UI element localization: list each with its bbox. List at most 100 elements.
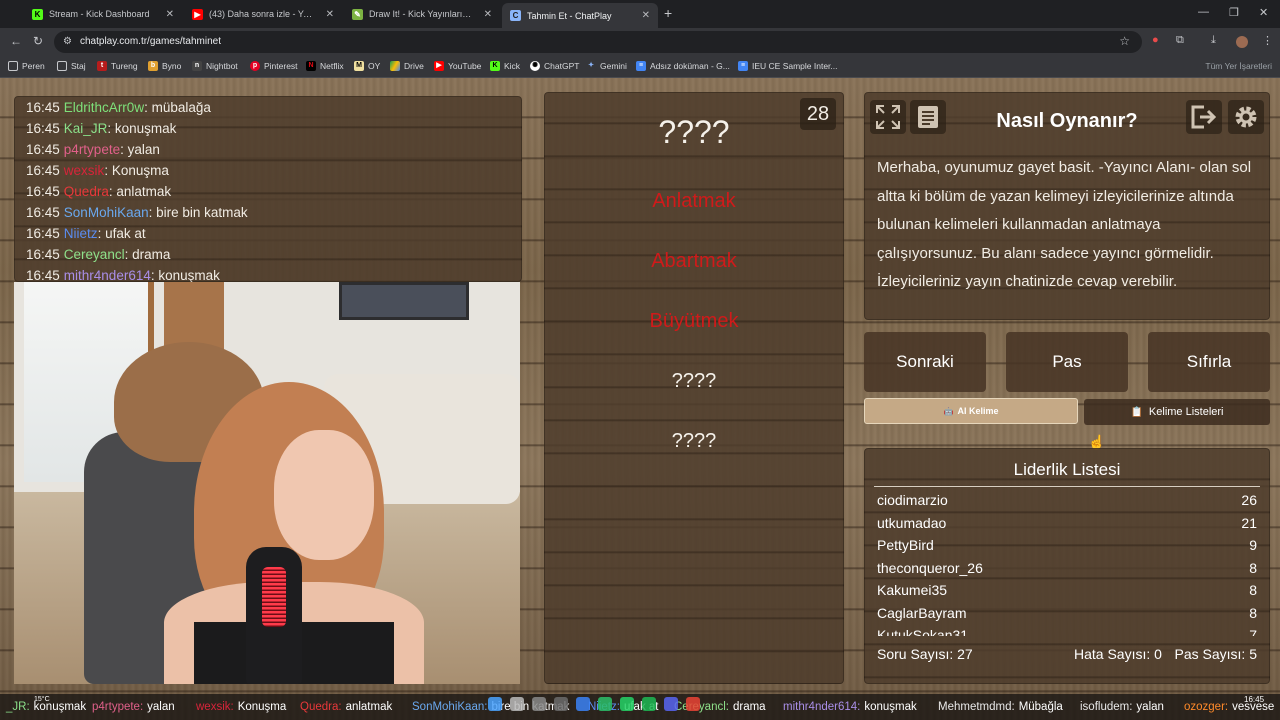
bookmark-drive[interactable]: Drive [390, 61, 424, 71]
start-icon[interactable] [488, 697, 502, 711]
player-name: Kakumei35 [877, 582, 948, 598]
omnibox[interactable]: ⚙ chatplay.com.tr/games/tahminet ☆ [54, 31, 1142, 53]
pass-button[interactable]: Pas [1006, 332, 1128, 392]
avatar[interactable] [1236, 36, 1248, 48]
chat-username: wexsik [63, 163, 105, 178]
taskbar-clock[interactable]: 16:45 [1244, 695, 1264, 704]
streamer-face [274, 430, 374, 560]
weather-widget[interactable]: 15°C [34, 696, 50, 703]
word-lists-button[interactable]: 📋 Kelime Listeleri [1084, 399, 1270, 425]
url-text[interactable]: chatplay.com.tr/games/tahminet [80, 36, 221, 47]
ticker-text: yalan [147, 701, 175, 713]
ticker-message: wexsik: Konuşma [196, 701, 286, 713]
player-score: 8 [1249, 582, 1257, 598]
nightbot-icon: n [192, 61, 202, 71]
bookmark-pinterest[interactable]: p Pinterest [250, 61, 298, 71]
new-tab-icon[interactable]: + [664, 5, 672, 21]
tureng-icon: t [97, 61, 107, 71]
app-icon[interactable] [554, 697, 568, 711]
chat-username: Niietz [63, 226, 98, 241]
bookmark-docs[interactable]: ≡ Adsız doküman - G... [636, 61, 730, 71]
download-icon[interactable]: ⤓ [1211, 34, 1216, 47]
exit-button[interactable] [1186, 100, 1222, 134]
search-icon[interactable] [510, 697, 524, 711]
bookmark-kick[interactable]: K Kick [490, 61, 520, 71]
tab-kick-dashboard[interactable]: K Stream - Kick Dashboard ✕ [24, 3, 182, 25]
chat-message: 16:45 SonMohiKaan: bire bin katmak [26, 205, 248, 220]
close-icon[interactable]: ✕ [642, 10, 650, 21]
bookmark-staj[interactable]: Staj [57, 61, 86, 71]
minimize-icon[interactable]: — [1198, 6, 1209, 18]
webcam-feed [14, 282, 520, 684]
tab-draw-it[interactable]: ✎ Draw It! - Kick Yayınları İçin Çiz ✕ [344, 3, 500, 25]
player-name: CaglarBayram [877, 605, 967, 621]
bookmark-label: Byno [162, 61, 182, 71]
extensions-puzzle-icon[interactable]: ⧉ [1176, 34, 1184, 47]
discord-icon[interactable] [664, 697, 678, 711]
bookmark-label: Drive [404, 61, 424, 71]
chat-message: 16:45 p4rtypete: yalan [26, 142, 160, 157]
close-icon[interactable]: ✕ [484, 9, 492, 20]
chatplay-icon: C [510, 10, 521, 21]
tab-title: (43) Daha sonra izle - YouTube [209, 9, 316, 19]
bookmark-label: Peren [22, 61, 45, 71]
window-close-icon[interactable]: ✕ [1259, 6, 1268, 19]
bookmark-tureng[interactable]: t Tureng [97, 61, 138, 71]
bookmark-youtube[interactable]: ▶ YouTube [434, 61, 481, 71]
app-icon[interactable] [598, 697, 612, 711]
all-bookmarks-link[interactable]: Tüm Yer İşaretleri [1205, 61, 1272, 71]
bookmark-star-icon[interactable]: ☆ [1119, 34, 1130, 48]
bookmark-peren[interactable]: Peren [8, 61, 45, 71]
bookmark-label: Staj [71, 61, 86, 71]
pass-count: Pas Sayısı: 5 [1174, 646, 1257, 662]
ticker-text: Konuşma [237, 701, 287, 713]
extension-icon[interactable]: ● [1152, 34, 1159, 46]
whatsapp-icon[interactable] [620, 697, 634, 711]
reset-button[interactable]: Sıfırla [1148, 332, 1270, 392]
chrome-icon[interactable] [686, 697, 700, 711]
docs-icon: ≡ [636, 61, 646, 71]
ticker-text: anlatmak [345, 701, 393, 713]
reload-icon[interactable]: ↻ [33, 34, 43, 48]
ai-word-button[interactable]: 🤖 AI Kelime [864, 398, 1078, 424]
player-name: KutukSokan31 [877, 627, 969, 636]
drive-icon [390, 61, 400, 71]
bookmark-label: IEU CE Sample Inter... [752, 61, 838, 71]
chat-text: : bire bin katmak [148, 205, 248, 220]
bookmark-gemini[interactable]: ✦ Gemini [586, 61, 627, 71]
chat-time: 16:45 [26, 205, 60, 220]
bookmark-ieu[interactable]: ≡ IEU CE Sample Inter... [738, 61, 838, 71]
next-button[interactable]: Sonraki [864, 332, 986, 392]
close-icon[interactable]: ✕ [326, 9, 334, 20]
bookmark-label: OY [368, 61, 381, 71]
bookmark-byno[interactable]: b Byno [148, 61, 181, 71]
spotify-icon[interactable] [642, 697, 656, 711]
kick-icon: K [490, 61, 500, 71]
chat-message: 16:45 wexsik: Konuşma [26, 163, 169, 178]
tab-youtube[interactable]: ▶ (43) Daha sonra izle - YouTube ✕ [184, 3, 342, 25]
bookmark-nightbot[interactable]: n Nightbot [192, 61, 238, 71]
site-info-icon[interactable]: ⚙ [63, 36, 72, 47]
task-view-icon[interactable] [532, 697, 546, 711]
leaderboard-list[interactable]: ciodimarzio 26 utkumadao 21 PettyBird 9 the… [864, 490, 1270, 636]
ticker-username: SonMohiKaan: [412, 701, 488, 713]
folder-icon [57, 61, 67, 71]
bookmark-netflix[interactable]: N Netflix [306, 61, 344, 71]
tab-tahmin-et[interactable]: C Tahmin Et - ChatPlay ✕ [502, 3, 658, 28]
back-icon[interactable]: ← [10, 34, 22, 48]
ticker-username: _JR: [6, 701, 30, 713]
menu-icon[interactable]: ⋮ [1262, 34, 1273, 47]
restore-icon[interactable]: ❐ [1229, 6, 1239, 19]
player-name: PettyBird [877, 537, 934, 553]
chat-time: 16:45 [26, 142, 60, 157]
close-icon[interactable]: ✕ [166, 9, 174, 20]
chat-time: 16:45 [26, 100, 60, 115]
chat-message: 16:45 EldrithcArr0w: mübalağa [26, 100, 211, 115]
banned-word: Anlatmak [652, 190, 736, 212]
settings-button[interactable] [1228, 100, 1264, 134]
bookmark-chatgpt[interactable]: ✺ ChatGPT [530, 61, 579, 71]
chat-username: Kai_JR [63, 121, 108, 136]
app-icon[interactable] [576, 697, 590, 711]
bookmark-oy[interactable]: M OY [354, 61, 380, 71]
ticker-message: isofludem: yalan [1080, 701, 1164, 713]
